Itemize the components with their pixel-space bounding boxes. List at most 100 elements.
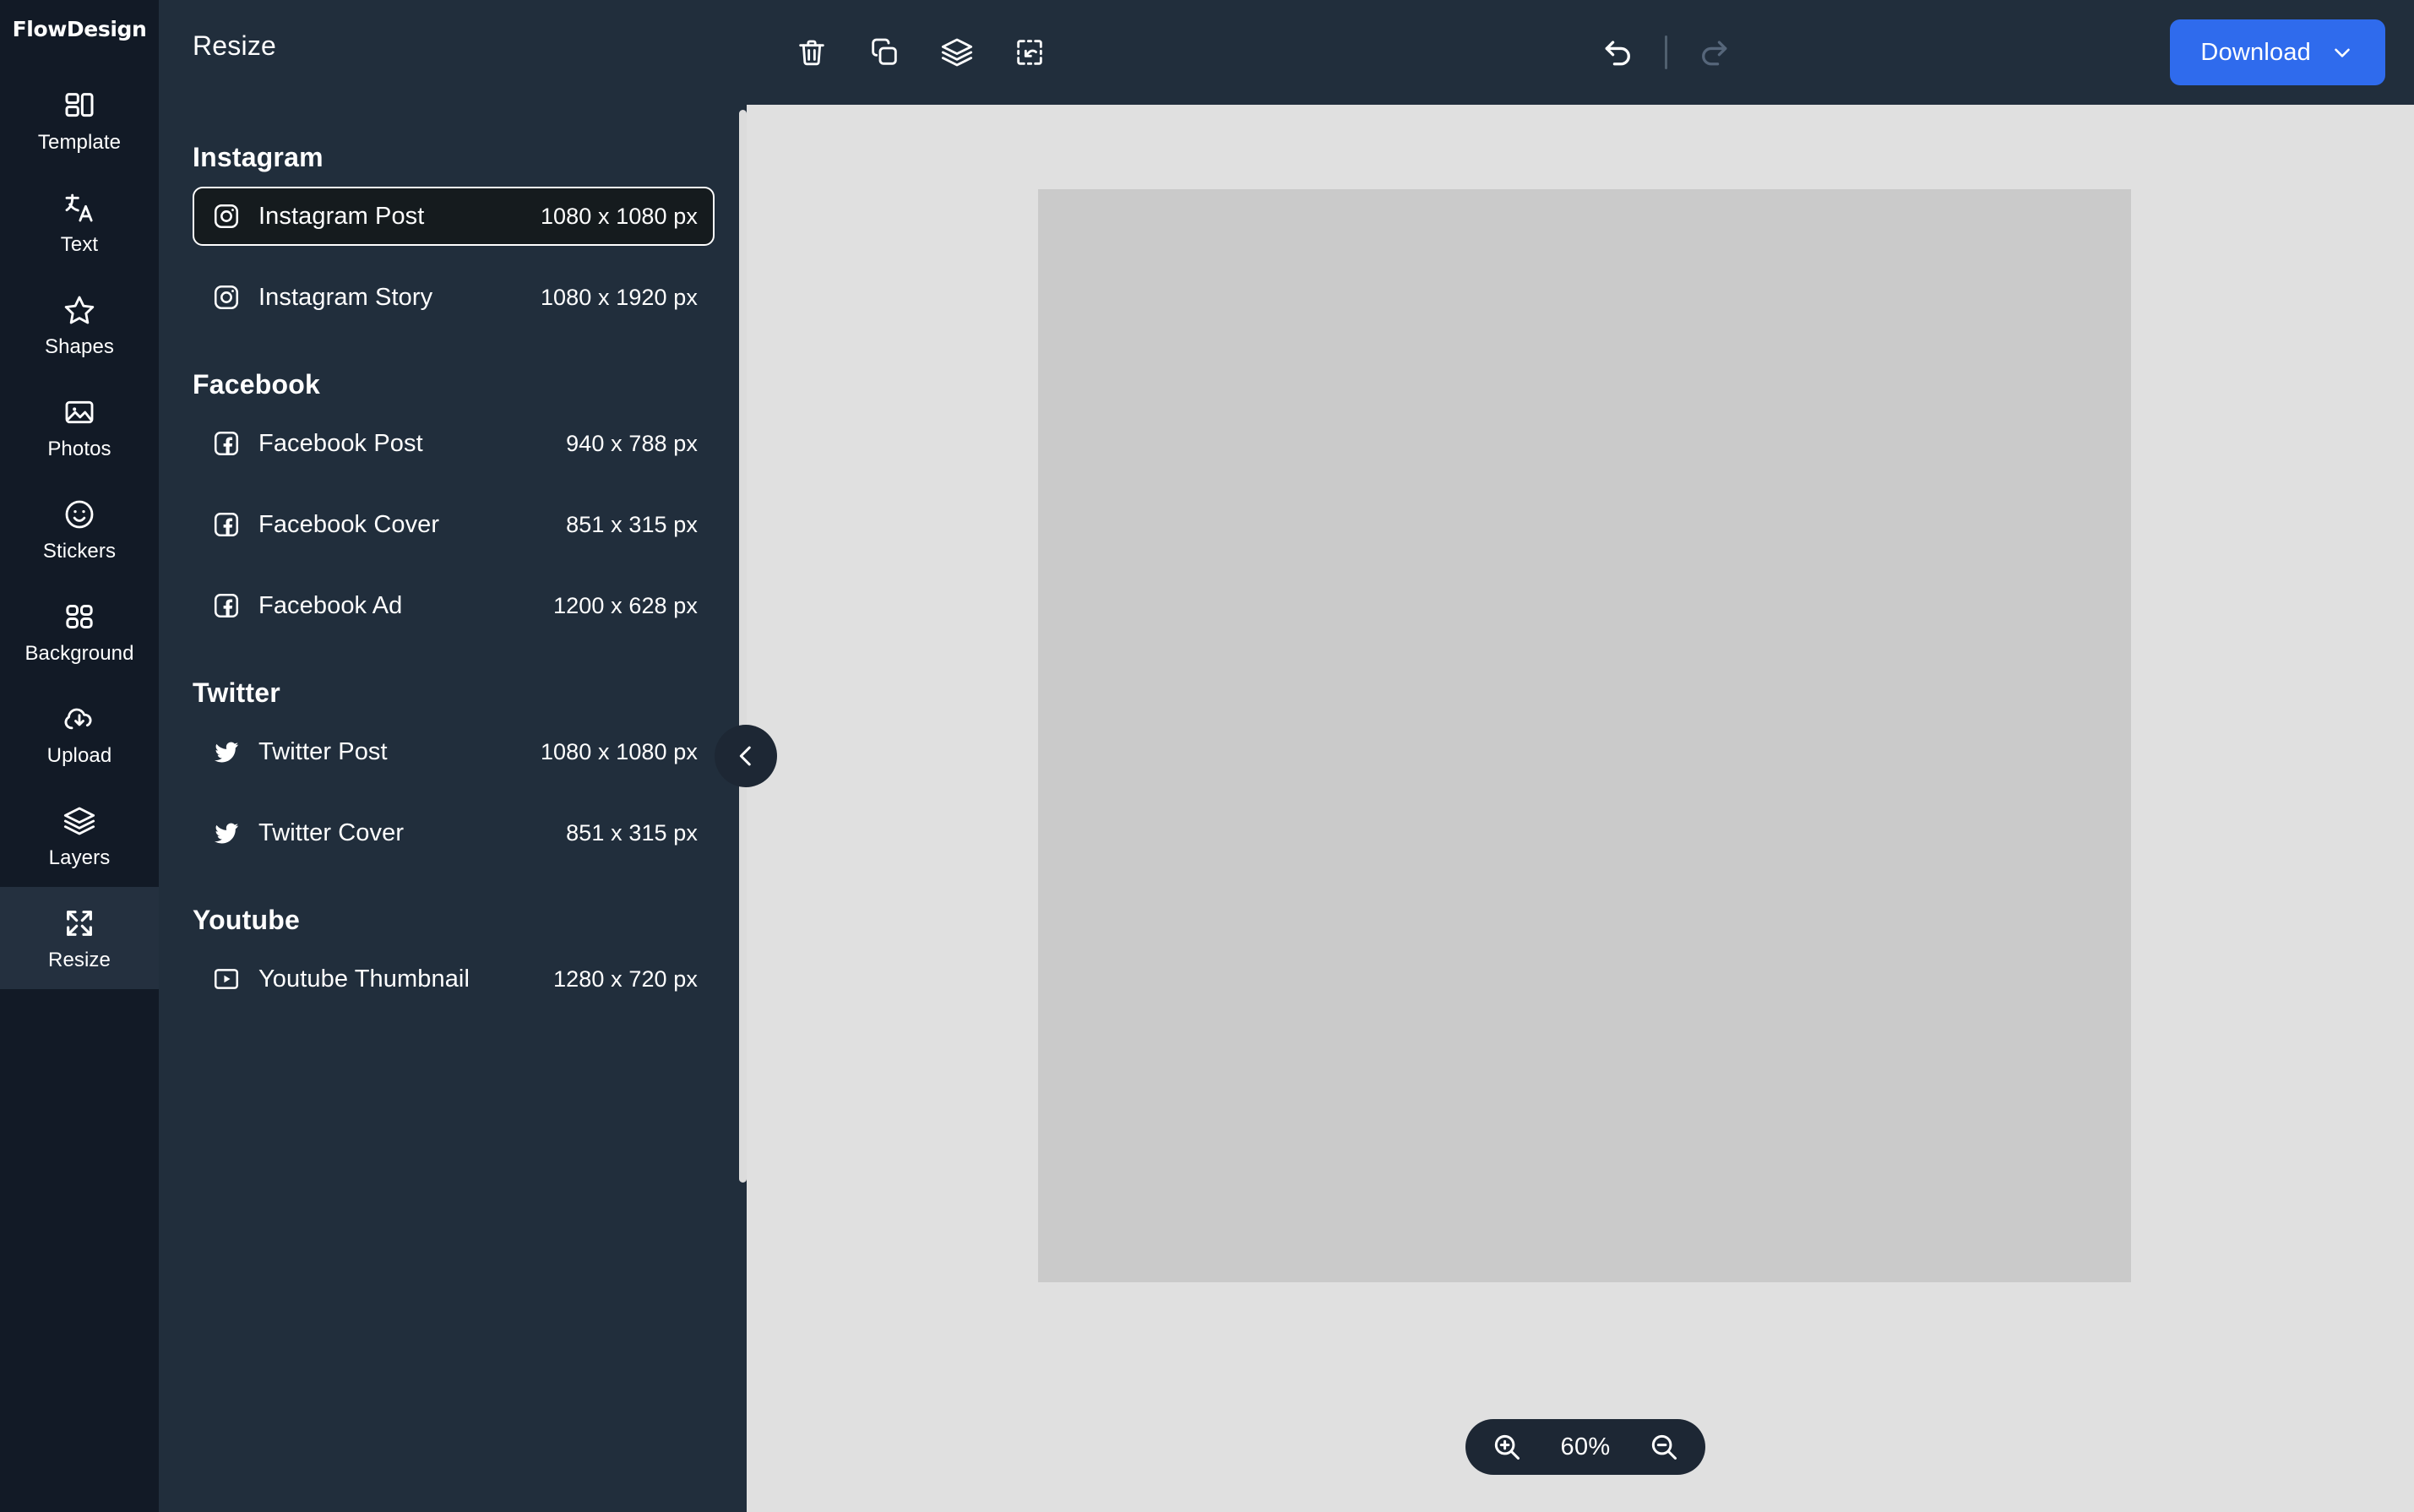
- download-button-label: Download: [2200, 38, 2311, 66]
- toolbar-divider: [1665, 35, 1667, 69]
- chevron-down-icon: [2335, 48, 2350, 57]
- sidebar-item-label: Layers: [48, 846, 111, 869]
- size-option-instagram-post[interactable]: Instagram Post 1080 x 1080 px: [193, 187, 715, 246]
- image-icon: [62, 394, 97, 430]
- history-controls: [1596, 30, 1737, 75]
- youtube-icon: [209, 962, 243, 996]
- sidebar-items: Template Text Shapes Photos Stickers Bac…: [0, 69, 159, 989]
- size-option-facebook-post[interactable]: Facebook Post 940 x 788 px: [193, 414, 715, 473]
- text-icon: [62, 190, 97, 226]
- sidebar-item-label: Stickers: [42, 540, 117, 563]
- brand-name: FlowDesign: [12, 16, 147, 41]
- chevron-left-icon: [739, 746, 751, 766]
- resize-panel: Resize Instagram Instagram Post 1080 x 1…: [159, 0, 747, 1512]
- canvas-workspace[interactable]: [747, 105, 2414, 1512]
- panel-scrollbar[interactable]: [739, 110, 747, 1183]
- twitter-icon: [209, 816, 243, 850]
- twitter-icon: [209, 735, 243, 769]
- size-option-label: Facebook Post: [258, 429, 423, 457]
- resize-icon: [62, 906, 97, 941]
- flip-icon: [1017, 40, 1042, 65]
- layers-icon: [62, 803, 97, 839]
- group-heading-youtube: Youtube: [193, 905, 301, 935]
- zoom-out-button[interactable]: [1646, 1429, 1682, 1465]
- zoom-in-button[interactable]: [1489, 1429, 1525, 1465]
- facebook-icon: [209, 508, 243, 541]
- undo-button[interactable]: [1596, 30, 1641, 75]
- sidebar-item-photos[interactable]: Photos: [0, 376, 159, 478]
- size-option-label: Twitter Cover: [258, 819, 405, 846]
- sidebar-item-background[interactable]: Background: [0, 580, 159, 683]
- size-option-instagram-story[interactable]: Instagram Story 1080 x 1920 px: [193, 268, 715, 327]
- left-sidebar: FlowDesign Template Text Shapes Photos S…: [0, 0, 159, 1512]
- size-option-label: Youtube Thumbnail: [258, 965, 470, 993]
- cloud-upload-icon: [62, 701, 97, 737]
- size-option-twitter-cover[interactable]: Twitter Cover 851 x 315 px: [193, 803, 715, 862]
- zoom-out-icon: [1651, 1434, 1677, 1460]
- panel-scroll-area: Instagram Instagram Post 1080 x 1080 px …: [159, 93, 747, 1512]
- size-option-twitter-post[interactable]: Twitter Post 1080 x 1080 px: [193, 722, 715, 781]
- sidebar-item-label: Photos: [47, 438, 111, 460]
- facebook-icon: [209, 589, 243, 623]
- app-logo[interactable]: FlowDesign: [0, 7, 159, 51]
- collapse-panel-button[interactable]: [715, 725, 777, 787]
- size-option-youtube-thumbnail[interactable]: Youtube Thumbnail 1280 x 720 px: [193, 949, 715, 1009]
- top-toolbar: Download: [747, 0, 2414, 105]
- zoom-control: 60%: [1465, 1419, 1705, 1475]
- group-heading-twitter: Twitter: [193, 677, 280, 708]
- sidebar-item-stickers[interactable]: Stickers: [0, 478, 159, 580]
- size-option-label: Twitter Post: [258, 737, 388, 765]
- sidebar-item-layers[interactable]: Layers: [0, 785, 159, 887]
- size-option-dimensions: 1080 x 1920 px: [540, 284, 698, 310]
- download-button[interactable]: Download: [2170, 19, 2385, 85]
- size-option-label: Instagram Post: [258, 202, 425, 230]
- size-option-dimensions: 1080 x 1080 px: [540, 738, 698, 764]
- sidebar-item-label: Template: [37, 131, 122, 154]
- facebook-icon: [209, 427, 243, 460]
- sidebar-item-text[interactable]: Text: [0, 171, 159, 274]
- group-heading-facebook: Facebook: [193, 369, 320, 400]
- star-icon: [62, 292, 97, 328]
- app-root: FlowDesign Template Text Shapes Photos S…: [0, 0, 2414, 1512]
- grid-icon: [62, 599, 97, 634]
- panel-title: Resize: [193, 30, 277, 61]
- sidebar-item-resize[interactable]: Resize: [0, 887, 159, 989]
- zoom-level-label: 60%: [1560, 1433, 1611, 1460]
- sidebar-item-shapes[interactable]: Shapes: [0, 274, 159, 376]
- sidebar-item-label: Upload: [46, 744, 112, 767]
- size-option-facebook-cover[interactable]: Facebook Cover 851 x 315 px: [193, 495, 715, 554]
- undo-icon: [1605, 41, 1630, 66]
- sidebar-item-upload[interactable]: Upload: [0, 683, 159, 785]
- size-option-dimensions: 1080 x 1080 px: [540, 203, 698, 229]
- smiley-icon: [62, 497, 97, 532]
- size-option-dimensions: 940 x 788 px: [566, 430, 698, 456]
- size-option-label: Facebook Ad: [258, 591, 403, 619]
- size-option-label: Facebook Cover: [258, 510, 440, 538]
- size-option-label: Instagram Story: [258, 283, 433, 311]
- object-tools: [789, 30, 1052, 75]
- artboard[interactable]: [1038, 189, 2131, 1282]
- size-option-dimensions: 1200 x 628 px: [553, 592, 698, 618]
- size-option-dimensions: 851 x 315 px: [566, 511, 698, 537]
- redo-button[interactable]: [1691, 30, 1737, 75]
- instagram-icon: [209, 199, 243, 233]
- redo-icon: [1702, 41, 1727, 66]
- flip-button[interactable]: [1007, 30, 1052, 75]
- template-icon: [62, 88, 97, 123]
- group-heading-instagram: Instagram: [193, 142, 323, 172]
- layers-button[interactable]: [934, 30, 980, 75]
- sidebar-item-template[interactable]: Template: [0, 69, 159, 171]
- zoom-in-icon: [1494, 1434, 1520, 1460]
- trash-icon: [799, 40, 824, 66]
- sidebar-item-label: Text: [60, 233, 99, 256]
- sidebar-item-label: Resize: [48, 949, 111, 971]
- size-option-dimensions: 1280 x 720 px: [553, 965, 698, 992]
- sidebar-item-label: Background: [24, 642, 134, 665]
- delete-button[interactable]: [789, 30, 835, 75]
- copy-icon: [872, 38, 897, 65]
- duplicate-button[interactable]: [862, 30, 907, 75]
- size-option-dimensions: 851 x 315 px: [566, 819, 698, 846]
- instagram-icon: [209, 280, 243, 314]
- layers-icon: [941, 38, 973, 67]
- size-option-facebook-ad[interactable]: Facebook Ad 1200 x 628 px: [193, 576, 715, 635]
